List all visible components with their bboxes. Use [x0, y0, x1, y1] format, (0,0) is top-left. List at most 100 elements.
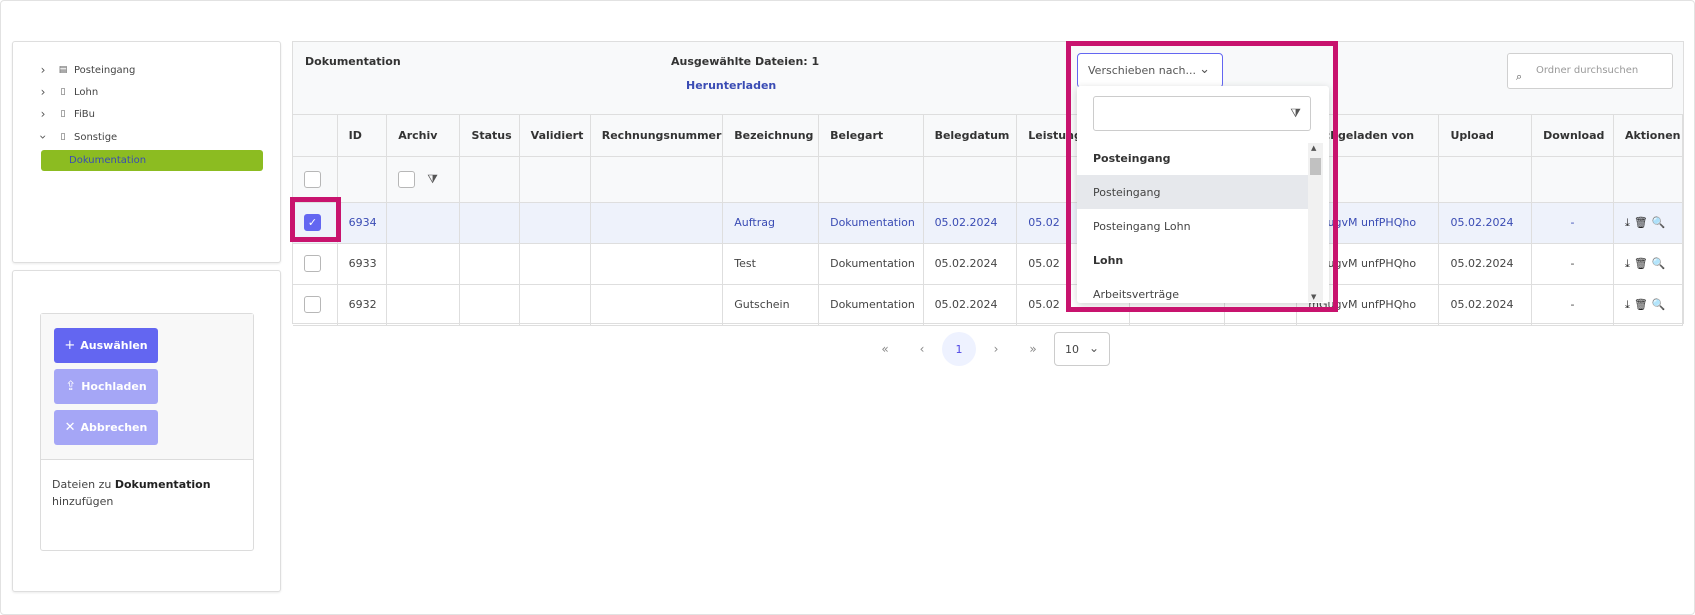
- column-header: [293, 115, 338, 157]
- search-icon: ⌕: [1516, 70, 1523, 83]
- upload-button-bar: + Auswählen ⇪ Hochladen ✕ Abbrechen: [41, 314, 253, 460]
- archiv-filter-checkbox[interactable]: [398, 170, 416, 188]
- column-header-validiert[interactable]: Validiert: [519, 115, 591, 157]
- chevron-right-icon[interactable]: ›: [37, 63, 49, 77]
- cell-belegart[interactable]: Dokumentation: [818, 243, 924, 285]
- page-button[interactable]: 1: [942, 332, 976, 366]
- table-row[interactable]: 6932 Gutschein Dokumentation 05.02.2024 …: [293, 284, 1684, 326]
- column-header-download[interactable]: Download: [1531, 115, 1614, 157]
- archive-box-icon: ▤: [58, 65, 68, 75]
- tree-item-fibu[interactable]: › ▯ FiBu: [37, 104, 95, 124]
- trash-icon[interactable]: 🗑: [1634, 216, 1648, 230]
- column-header-bezeichnung[interactable]: Bezeichnung: [722, 115, 820, 157]
- next-page-icon[interactable]: ›: [979, 332, 1013, 366]
- cell-download: -: [1531, 243, 1614, 285]
- folder-tree-panel: › ▤ Posteingang › ▯ Lohn › ▯ FiBu › ▯ So…: [12, 41, 281, 263]
- plus-icon: +: [64, 338, 76, 353]
- chevron-right-icon[interactable]: ›: [37, 107, 49, 121]
- row-checkbox[interactable]: [304, 296, 321, 313]
- dropdown-filter-input[interactable]: ⧩: [1093, 96, 1311, 131]
- tree-item-lohn[interactable]: › ▯ Lohn: [37, 82, 99, 102]
- selected-files-count: Ausgewählte Dateien: 1: [671, 55, 820, 68]
- zoom-icon[interactable]: 🔍: [1652, 298, 1666, 312]
- folder-search-input[interactable]: ⌕ Ordner durchsuchen: [1507, 53, 1673, 89]
- cell-belegdatum[interactable]: 05.02.2024: [923, 202, 1018, 244]
- download-icon[interactable]: ⤓: [1625, 257, 1630, 271]
- tree-item-sonstige[interactable]: › ▯ Sonstige: [36, 127, 118, 147]
- last-page-icon[interactable]: »: [1016, 332, 1050, 366]
- column-header-archiv[interactable]: Archiv: [386, 115, 461, 157]
- column-header-upload[interactable]: Upload: [1438, 115, 1533, 157]
- filter-clear-icon[interactable]: ⧩: [427, 172, 438, 187]
- column-header-belegart[interactable]: Belegart: [818, 115, 924, 157]
- cell-belegdatum[interactable]: 05.02.2024: [923, 284, 1018, 326]
- cell-id[interactable]: 6932: [337, 284, 388, 326]
- table-row[interactable]: ✓ 6934 Auftrag Dokumentation 05.02.2024 …: [293, 202, 1684, 244]
- row-actions: ⤓ 🗑 🔍: [1625, 216, 1682, 230]
- chevron-down-icon[interactable]: ›: [36, 131, 50, 143]
- document-icon: ▯: [60, 132, 66, 142]
- cell-bezeichnung[interactable]: Test: [722, 243, 820, 285]
- cell-upload-date[interactable]: 05.02.2024: [1438, 243, 1533, 285]
- column-header-aktionen: Aktionen: [1613, 115, 1684, 157]
- cell-id[interactable]: 6934: [337, 202, 388, 244]
- tree-item-dokumentation[interactable]: Dokumentation: [41, 150, 263, 171]
- cancel-button[interactable]: ✕ Abbrechen: [54, 410, 158, 445]
- cell-download: -: [1531, 284, 1614, 326]
- pagination: « ‹ 1 › »: [868, 332, 1053, 366]
- move-to-dropdown: ⧩ Posteingang Posteingang Posteingang Lo…: [1077, 86, 1329, 303]
- trash-icon[interactable]: 🗑: [1634, 298, 1648, 312]
- dropdown-group-label: Posteingang: [1093, 151, 1171, 165]
- document-icon: ▯: [60, 109, 66, 119]
- close-icon: ✕: [64, 420, 76, 435]
- tree-item-label: Sonstige: [74, 131, 118, 143]
- cell-bezeichnung[interactable]: Gutschein: [722, 284, 820, 326]
- chevron-right-icon[interactable]: ›: [37, 85, 49, 99]
- cell-upload-date[interactable]: 05.02.2024: [1438, 284, 1533, 326]
- upload-button[interactable]: ⇪ Hochladen: [54, 369, 158, 404]
- dropdown-option[interactable]: Arbeitsverträge: [1077, 277, 1309, 303]
- scrollbar-thumb[interactable]: [1310, 158, 1321, 175]
- prev-page-icon[interactable]: ‹: [905, 332, 939, 366]
- column-header-id[interactable]: ID: [337, 115, 388, 157]
- dropdown-option[interactable]: Posteingang: [1077, 175, 1309, 209]
- scroll-down-icon[interactable]: ▼: [1311, 293, 1316, 301]
- move-to-select[interactable]: Verschieben nach... ⌄: [1077, 53, 1223, 88]
- column-header-rechnungsnummer[interactable]: Rechnungsnummer: [590, 115, 724, 157]
- dropdown-list: Posteingang Posteingang Posteingang Lohn…: [1077, 141, 1309, 303]
- cell-upload-date[interactable]: 05.02.2024: [1438, 202, 1533, 244]
- dropdown-option[interactable]: Posteingang Lohn: [1077, 209, 1309, 243]
- upload-box: + Auswählen ⇪ Hochladen ✕ Abbrechen Date…: [40, 313, 254, 551]
- column-header-status[interactable]: Status: [459, 115, 520, 157]
- row-checkbox[interactable]: ✓: [304, 214, 321, 231]
- chevron-down-icon: ⌄: [1088, 341, 1099, 355]
- tree-item-posteingang[interactable]: › ▤ Posteingang: [37, 60, 136, 80]
- zoom-icon[interactable]: 🔍: [1652, 216, 1666, 230]
- row-checkbox[interactable]: [304, 255, 321, 272]
- scroll-up-icon[interactable]: ▲: [1311, 144, 1316, 152]
- download-icon[interactable]: ⤓: [1625, 216, 1630, 230]
- tree-item-label: Posteingang: [74, 64, 136, 76]
- download-icon[interactable]: ⤓: [1625, 298, 1630, 312]
- cell-download: -: [1531, 202, 1614, 244]
- select-files-button[interactable]: + Auswählen: [54, 328, 158, 363]
- cell-belegart[interactable]: Dokumentation: [818, 202, 924, 244]
- row-actions: ⤓ 🗑 🔍: [1625, 257, 1682, 271]
- trash-icon[interactable]: 🗑: [1634, 257, 1648, 271]
- download-link[interactable]: Herunterladen: [686, 79, 776, 92]
- page-size-select[interactable]: 10 ⌄: [1054, 332, 1110, 366]
- cell-belegart[interactable]: Dokumentation: [818, 284, 924, 326]
- dropdown-scrollbar[interactable]: ▲ ▼: [1308, 143, 1323, 302]
- cell-belegdatum[interactable]: 05.02.2024: [923, 243, 1018, 285]
- select-all-checkbox[interactable]: [304, 170, 321, 188]
- table-row[interactable]: 6933 Test Dokumentation 05.02.2024 05.02…: [293, 243, 1684, 285]
- cell-id[interactable]: 6933: [337, 243, 388, 285]
- cell-bezeichnung[interactable]: Auftrag: [722, 202, 820, 244]
- first-page-icon[interactable]: «: [868, 332, 902, 366]
- column-header-belegdatum[interactable]: Belegdatum: [923, 115, 1018, 157]
- upload-hint: Dateien zu Dokumentation hinzufügen: [52, 478, 211, 508]
- dropdown-group-label: Lohn: [1093, 253, 1124, 267]
- tree-item-label: Lohn: [74, 86, 99, 98]
- zoom-icon[interactable]: 🔍: [1652, 257, 1666, 271]
- upload-icon: ⇪: [65, 379, 77, 394]
